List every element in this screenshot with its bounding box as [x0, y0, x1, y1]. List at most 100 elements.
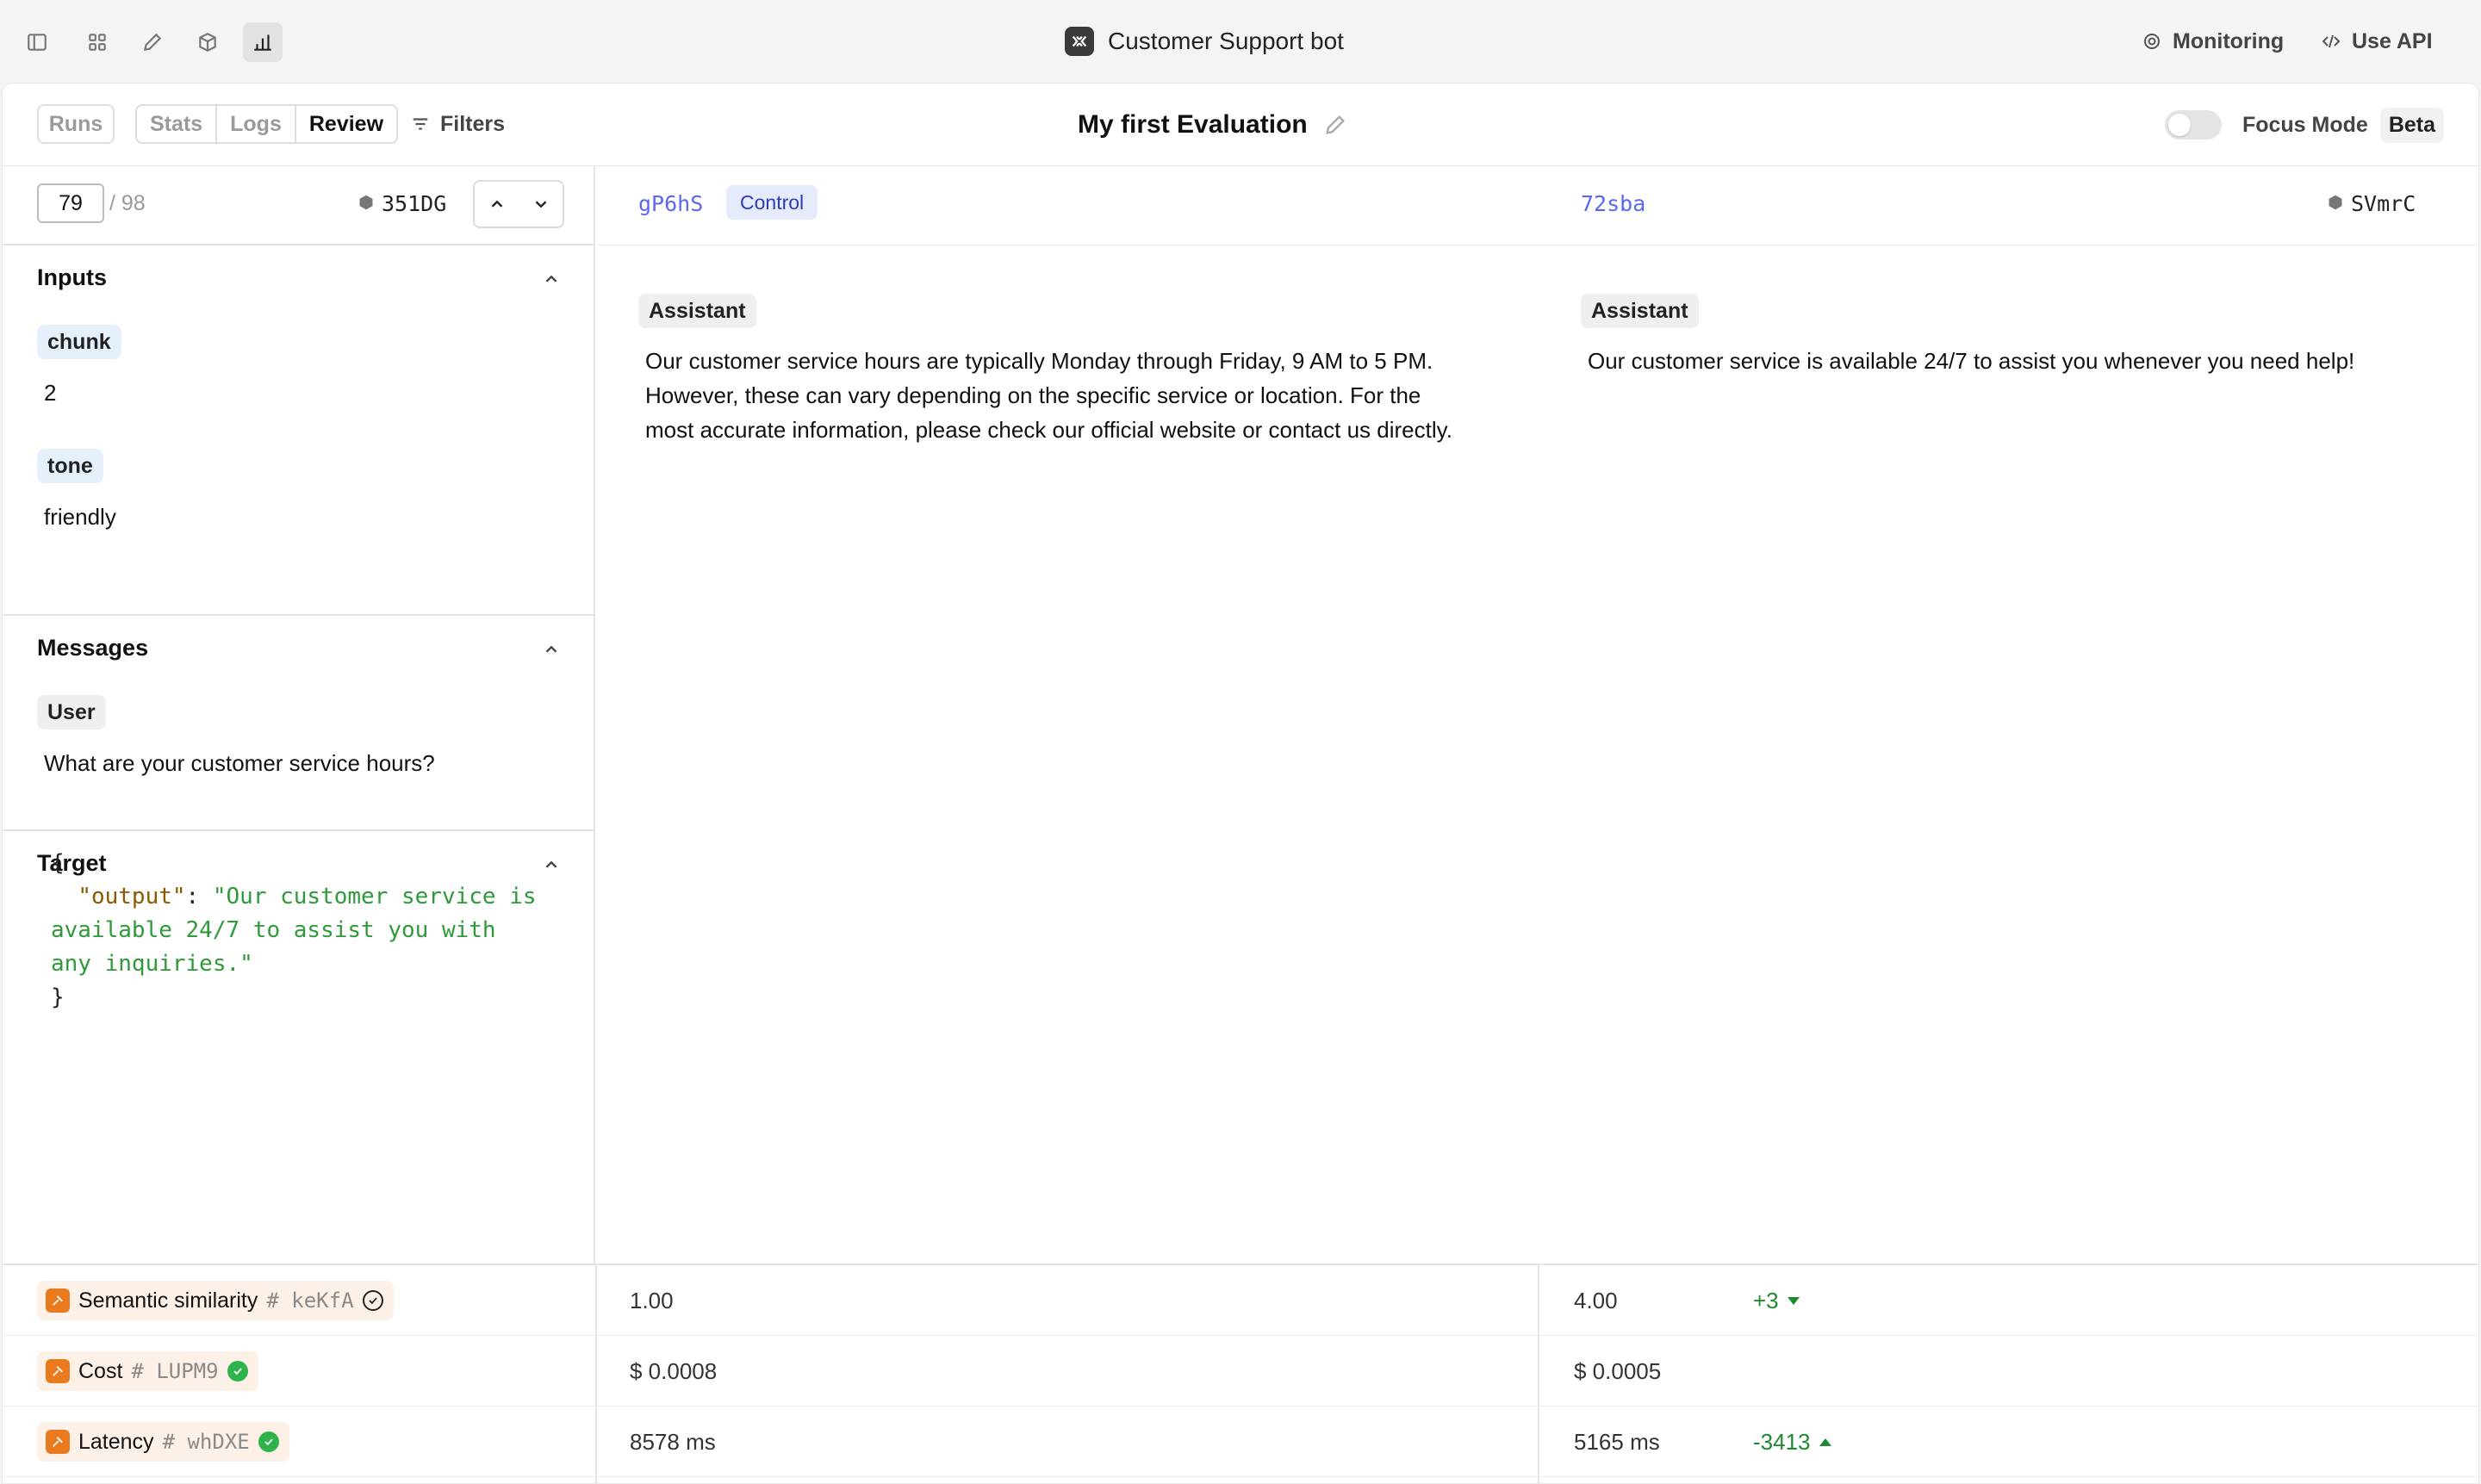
- metric-name: Latency: [78, 1429, 154, 1454]
- filters-label: Filters: [440, 111, 506, 136]
- chevron-up-icon: [545, 645, 557, 653]
- filters-button[interactable]: Filters: [411, 104, 505, 144]
- beta-badge: Beta: [2379, 107, 2444, 143]
- metric-id: # keKfA: [266, 1288, 354, 1313]
- control-answer-line: most accurate information, please check …: [645, 417, 1452, 443]
- target-collapse-button[interactable]: [542, 854, 561, 880]
- scorer-chip[interactable]: Cost # LUPM9: [37, 1351, 258, 1391]
- code-icon: [2322, 34, 2341, 48]
- app-title: Customer Support bot: [1065, 0, 1344, 83]
- messages-collapse-button[interactable]: [542, 638, 561, 665]
- view-tabs: Stats Logs Review: [135, 104, 399, 144]
- page-total: / 98: [109, 190, 146, 215]
- comparison-metric-value: $ 0.0005: [1574, 1357, 1662, 1384]
- scorer-icon: [46, 1359, 70, 1383]
- input-key-chunk: chunk: [37, 325, 121, 359]
- metric-diff: +3: [1753, 1265, 1800, 1336]
- comparison-row-id-text: SVmrC: [2351, 190, 2416, 216]
- pencil-icon[interactable]: [133, 22, 172, 62]
- next-row-button[interactable]: [519, 182, 563, 227]
- metric-id: # LUPM9: [131, 1359, 219, 1383]
- scorer-chip[interactable]: Latency # whDXE: [37, 1422, 289, 1462]
- control-answer-line: Our customer service hours are typically…: [645, 348, 1433, 374]
- control-answer: Our customer service hours are typically…: [645, 344, 1452, 447]
- control-metric-value: 8578 ms: [630, 1428, 716, 1455]
- target-json-value-line-3: any inquiries.": [51, 951, 253, 977]
- scorer-icon: [46, 1430, 70, 1454]
- runs-button[interactable]: Runs: [37, 104, 115, 144]
- evaluation-title-text: My first Evaluation: [1078, 110, 1308, 139]
- metric-name: Semantic similarity: [78, 1288, 258, 1313]
- messages-section: Messages User What are your customer ser…: [3, 616, 594, 831]
- control-role-badge: Assistant: [638, 294, 756, 328]
- target-json-value-line-2: available 24/7 to assist you with: [51, 917, 496, 943]
- message-content: What are your customer service hours?: [44, 750, 435, 776]
- metric-id: # whDXE: [162, 1430, 250, 1454]
- top-bar: Customer Support bot Monitoring Use API: [0, 0, 2481, 83]
- chevron-up-icon: [545, 275, 557, 283]
- control-badge: Control: [726, 185, 818, 220]
- row-id-text: 351DG: [382, 190, 447, 216]
- metric-name: Cost: [78, 1358, 123, 1383]
- inputs-section: Inputs chunk 2 tone friendly: [3, 245, 594, 616]
- filter-icon: [413, 118, 428, 130]
- app-logo-icon: [1065, 27, 1094, 56]
- tab-review[interactable]: Review: [295, 106, 397, 142]
- cube-icon[interactable]: [188, 22, 227, 62]
- tab-logs[interactable]: Logs: [217, 106, 296, 142]
- focus-mode-toggle[interactable]: [2164, 110, 2222, 140]
- monitoring-label: Monitoring: [2173, 28, 2285, 53]
- comparison-answer-line: Our customer service is available 24/7 t…: [1588, 348, 2355, 374]
- metrics-table: Semantic similarity # keKfA 1.00 4.00 +3…: [3, 1264, 2478, 1483]
- metric-row-latency: Latency # whDXE 8578 ms 5165 ms -3413: [3, 1406, 2478, 1477]
- scorer-icon: [46, 1288, 70, 1313]
- chevron-down-icon: [535, 201, 546, 208]
- target-json: { "output": "Our customer service is ava…: [51, 850, 537, 1010]
- target-json-value-line-1: "Our customer service is: [212, 884, 537, 910]
- main-panel: Runs Stats Logs Review Filters My first …: [2, 83, 2479, 1484]
- chart-icon[interactable]: [243, 22, 283, 62]
- comparison-run-id[interactable]: 72sba: [1581, 183, 1645, 223]
- app-title-text: Customer Support bot: [1108, 28, 1344, 54]
- comparison-answer: Our customer service is available 24/7 t…: [1588, 344, 2354, 378]
- focus-mode-label: Focus Mode: [2242, 112, 2368, 137]
- metric-row-semantic-similarity: Semantic similarity # keKfA 1.00 4.00 +3: [3, 1265, 2478, 1336]
- input-value-tone: friendly: [44, 504, 116, 530]
- input-key-tone: tone: [37, 449, 103, 483]
- comparison-metric-value: 5165 ms: [1574, 1428, 1660, 1455]
- focus-mode: Focus Mode Beta: [2164, 84, 2444, 166]
- page-number-input[interactable]: 79: [37, 183, 104, 223]
- scorer-chip[interactable]: Semantic similarity # keKfA: [37, 1281, 394, 1320]
- previous-row-button[interactable]: [475, 182, 519, 227]
- row-id: 351DG: [358, 183, 446, 223]
- use-api-button[interactable]: Use API: [2321, 0, 2433, 83]
- metric-diff: -3413: [1753, 1406, 1831, 1477]
- evaluation-title: My first Evaluation: [1078, 84, 1347, 166]
- row-navigation-buttons: [473, 180, 564, 228]
- inputs-collapse-button[interactable]: [542, 268, 561, 295]
- caret-down-icon: [1787, 1296, 1800, 1305]
- check-circle-icon: [227, 1361, 248, 1382]
- tab-stats[interactable]: Stats: [137, 106, 218, 142]
- chevron-up-icon: [545, 860, 557, 868]
- gear-icon: [2144, 34, 2160, 49]
- monitoring-button[interactable]: Monitoring: [2142, 0, 2284, 83]
- left-column: 79 / 98 351DG Inputs chunk 2 tone friend…: [3, 166, 595, 1264]
- cube-icon: [358, 191, 375, 216]
- check-circle-icon: [362, 1290, 383, 1311]
- edit-pencil-icon[interactable]: [1323, 113, 1347, 137]
- comparison-metric-value: 4.00: [1574, 1287, 1618, 1313]
- comparison-row-id: SVmrC: [2327, 183, 2416, 223]
- evaluation-toolbar: Runs Stats Logs Review Filters My first …: [3, 84, 2478, 166]
- control-metric-value: 1.00: [630, 1287, 674, 1313]
- chevron-up-icon: [491, 200, 502, 208]
- comparison-role-badge: Assistant: [1581, 294, 1699, 328]
- target-json-key: "output": [78, 884, 186, 910]
- grid-icon[interactable]: [78, 22, 117, 62]
- inputs-title: Inputs: [37, 264, 107, 290]
- control-answer-line: However, these can vary depending on the…: [645, 382, 1421, 408]
- messages-title: Messages: [37, 635, 149, 661]
- control-run-id[interactable]: gP6hS: [638, 183, 703, 223]
- comparison-panel: gP6hS Control 72sba SVmrC Assistant Our …: [595, 166, 2478, 1264]
- sidebar-toggle-icon[interactable]: [17, 22, 57, 62]
